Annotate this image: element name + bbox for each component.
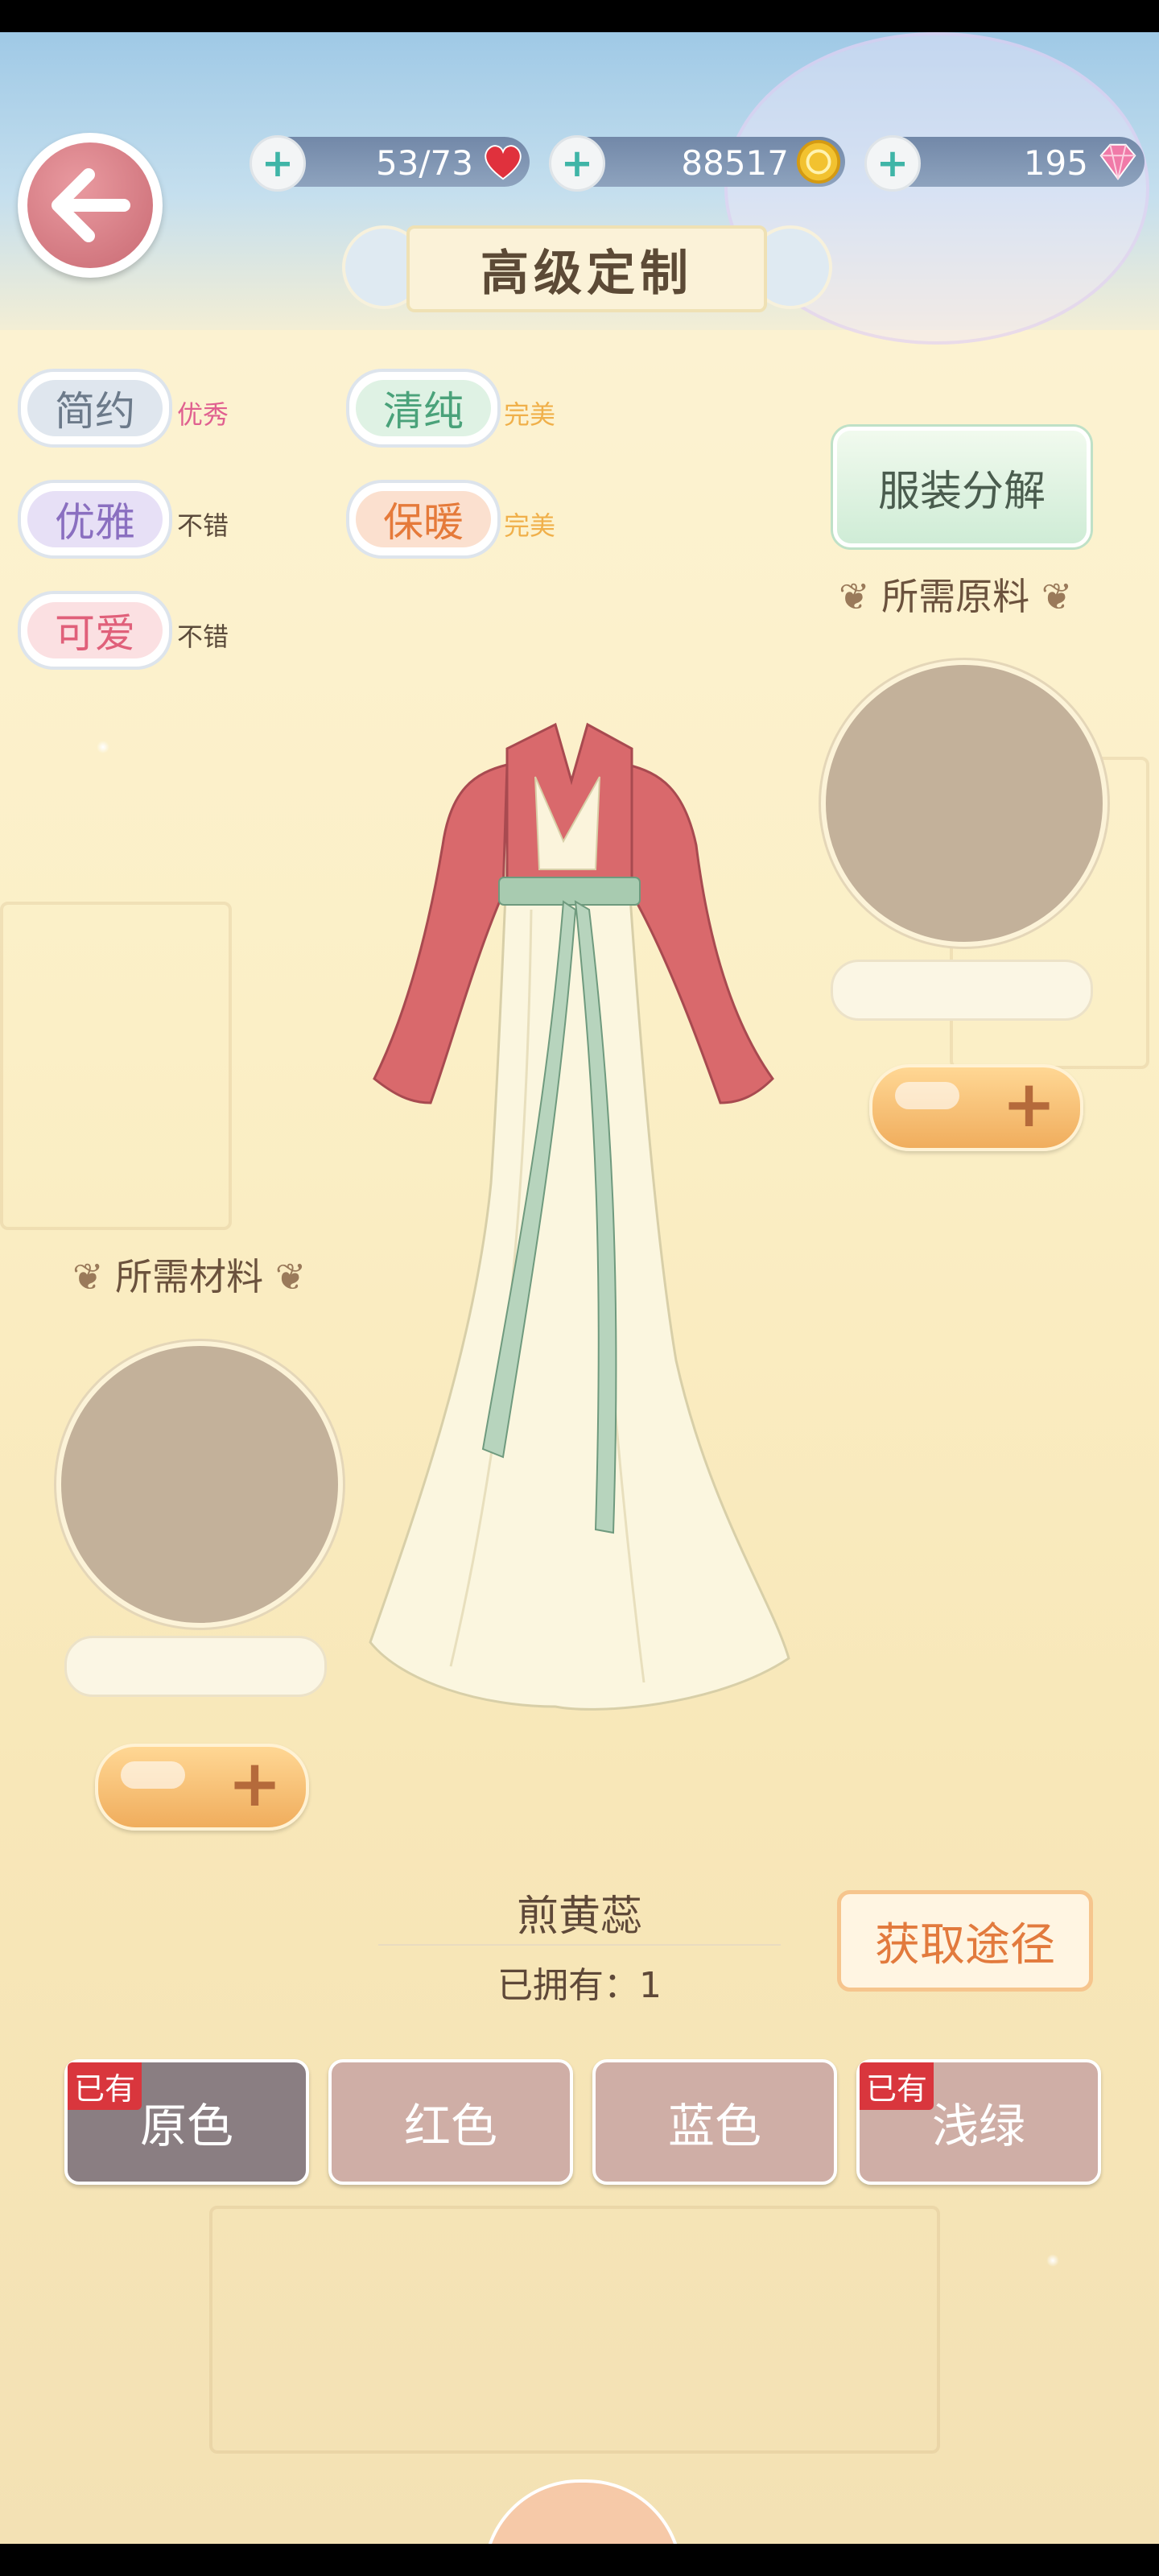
plus-icon: +	[1001, 1067, 1056, 1141]
attribute-warm: 保暖	[346, 480, 501, 559]
attribute-grade: 不错	[177, 510, 229, 541]
color-label: 原色	[139, 2099, 233, 2153]
gold-counter: + 88517	[549, 135, 845, 192]
background-bus	[209, 2206, 940, 2454]
dress-illustration	[369, 722, 790, 1711]
arrow-left-icon	[52, 168, 130, 242]
item-name: 煎黄蕊	[516, 1893, 642, 1941]
button-highlight	[121, 1761, 185, 1789]
color-option-red[interactable]: 红色	[328, 2059, 573, 2185]
add-diamond-button[interactable]: +	[864, 135, 921, 192]
gold-coin-icon	[796, 139, 841, 184]
material-count-bar	[64, 1636, 327, 1697]
bottom-menu-handle[interactable]	[483, 2479, 683, 2544]
heart-icon	[485, 145, 522, 180]
color-option-blue[interactable]: 蓝色	[592, 2059, 837, 2185]
attribute-simple: 简约	[18, 369, 172, 448]
gold-value: 88517	[681, 143, 789, 183]
attribute-grade: 优秀	[177, 399, 229, 430]
raw-material-label: 所需原料	[881, 575, 1030, 618]
get-source-button[interactable]: 获取途径	[837, 1890, 1093, 1992]
color-option-original[interactable]: 已有 原色	[64, 2059, 309, 2185]
raw-material-slot[interactable]	[821, 660, 1107, 947]
back-button[interactable]	[18, 133, 163, 278]
add-material-button[interactable]: +	[95, 1744, 309, 1831]
plus-icon: +	[227, 1746, 282, 1821]
color-label: 浅绿	[931, 2099, 1025, 2153]
material-heading: ❦ 所需材料 ❦	[72, 1255, 307, 1298]
decompose-clothing-button[interactable]: 服装分解	[833, 427, 1091, 547]
attribute-label: 优雅	[27, 491, 163, 547]
material-slot[interactable]	[56, 1341, 343, 1628]
owned-tag: 已有	[860, 2062, 934, 2110]
owned-tag: 已有	[68, 2062, 142, 2110]
attribute-cute: 可爱	[18, 591, 172, 670]
background-building	[0, 902, 232, 1230]
add-stamina-button[interactable]: +	[250, 135, 306, 192]
owned-count: 已拥有：1	[497, 1965, 662, 2006]
color-option-light-green[interactable]: 已有 浅绿	[856, 2059, 1101, 2185]
sparkle	[1046, 2254, 1059, 2267]
attribute-grade: 完美	[504, 510, 556, 541]
attribute-label: 可爱	[27, 602, 163, 658]
attribute-elegant: 优雅	[18, 480, 172, 559]
attribute-grade: 不错	[177, 621, 229, 652]
attribute-pure: 清纯	[346, 369, 501, 448]
diamond-icon	[1099, 143, 1136, 180]
raw-material-heading: ❦ 所需原料 ❦	[839, 575, 1073, 618]
sparkle	[97, 741, 109, 753]
diamond-value: 195	[1023, 143, 1088, 183]
attribute-label: 清纯	[356, 380, 491, 436]
divider	[378, 1944, 781, 1946]
custom-tailoring-screen: + 53/73 + 88517 + 195 高级定制 简约 优秀 清纯 完美 优…	[0, 32, 1159, 2544]
attribute-label: 保暖	[356, 491, 491, 547]
raw-material-count-bar	[831, 960, 1093, 1021]
add-raw-material-button[interactable]: +	[869, 1064, 1083, 1151]
stamina-value: 53/73	[375, 143, 473, 183]
page-title: 高级定制	[406, 225, 767, 312]
attribute-grade: 完美	[504, 399, 556, 430]
material-label: 所需材料	[115, 1255, 264, 1298]
attribute-label: 简约	[27, 380, 163, 436]
add-gold-button[interactable]: +	[549, 135, 605, 192]
color-label: 蓝色	[667, 2099, 761, 2153]
diamond-counter: + 195	[864, 135, 1145, 192]
stamina-counter: + 53/73	[250, 135, 530, 192]
color-label: 红色	[403, 2099, 497, 2153]
button-highlight	[895, 1082, 959, 1109]
